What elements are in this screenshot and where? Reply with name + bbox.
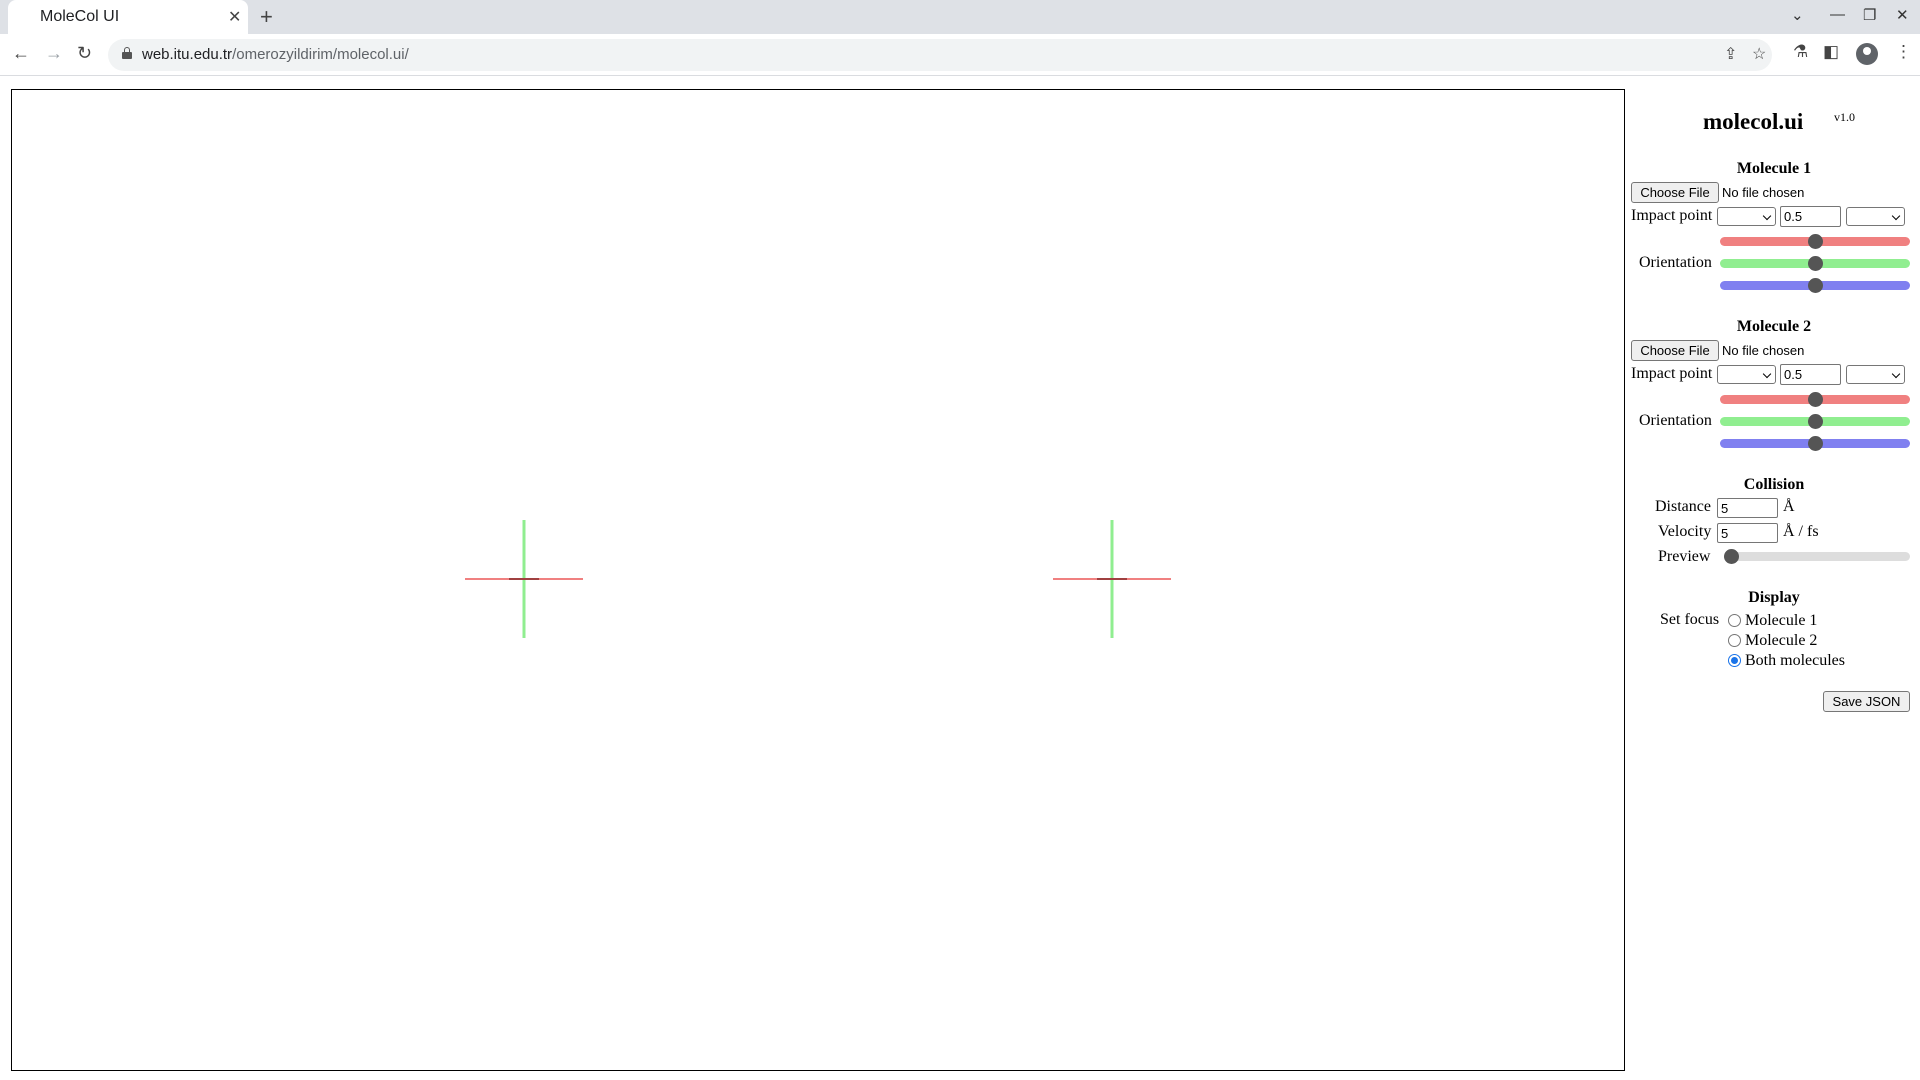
slider-thumb[interactable]	[1807, 234, 1823, 249]
molecule-2-impact-select-b[interactable]	[1846, 365, 1905, 384]
side-panel-icon[interactable]: ◧	[1823, 42, 1839, 62]
molecule-2-orientation-label: Orientation	[1639, 412, 1712, 429]
reload-icon[interactable]: ↻	[77, 43, 92, 64]
focus-molecule-1-radio[interactable]	[1728, 614, 1741, 627]
back-icon[interactable]: ←	[12, 43, 30, 64]
molecule-1-orientation-label: Orientation	[1639, 254, 1712, 271]
distance-input[interactable]: 5	[1717, 498, 1778, 518]
molecule-2-impact-select-a[interactable]	[1717, 365, 1776, 384]
display-heading: Display	[1748, 589, 1800, 606]
focus-molecule-1-label[interactable]: Molecule 1	[1745, 612, 1817, 630]
collision-heading: Collision	[1743, 476, 1805, 493]
focus-molecule-2-label[interactable]: Molecule 2	[1745, 632, 1817, 650]
focus-molecule-2-radio[interactable]	[1728, 634, 1741, 647]
tab-title: MoleCol UI	[40, 8, 120, 25]
close-tab-icon[interactable]: ✕	[228, 7, 241, 27]
molecule-1-file-status: No file chosen	[1722, 185, 1805, 200]
address-bar[interactable]: web.itu.edu.tr/omerozyildirim/molecol.ui…	[108, 39, 1772, 71]
restore-icon[interactable]: ❐	[1863, 6, 1876, 24]
molecule-1-orientation-y-slider[interactable]	[1720, 256, 1910, 271]
molecule-1-impact-select-b[interactable]	[1846, 207, 1905, 226]
slider-thumb[interactable]	[1807, 256, 1823, 271]
slider-thumb[interactable]	[1807, 392, 1823, 407]
forward-icon[interactable]: →	[45, 43, 63, 64]
velocity-label: Velocity	[1658, 523, 1712, 540]
molecule-1-axes	[465, 520, 583, 638]
molecule-2-axes	[1053, 520, 1171, 638]
molecule-2-orientation-z-slider[interactable]	[1720, 436, 1910, 451]
molecule-2-heading: Molecule 2	[1736, 318, 1812, 335]
molecule-1-orientation-x-slider[interactable]	[1720, 234, 1910, 249]
set-focus-label: Set focus	[1660, 611, 1720, 628]
focus-both-molecules-radio[interactable]	[1728, 654, 1741, 667]
browser-toolbar: ← → ↻ web.itu.edu.tr/omerozyildirim/mole…	[0, 34, 1920, 76]
lock-icon[interactable]	[122, 47, 132, 59]
molecule-1-heading: Molecule 1	[1736, 160, 1812, 177]
molecule-2-orientation-y-slider[interactable]	[1720, 414, 1910, 429]
molecule-1-impact-input[interactable]: 0.5	[1780, 206, 1841, 227]
url-host: web.itu.edu.tr	[142, 46, 233, 63]
minimize-icon[interactable]: —	[1830, 6, 1845, 23]
labs-icon[interactable]: ⚗	[1793, 42, 1808, 62]
close-window-icon[interactable]: ✕	[1896, 6, 1909, 24]
control-panel: molecol.ui v1.0 Molecule 1 Choose File N…	[1628, 80, 1920, 1080]
distance-unit: Å	[1783, 498, 1795, 515]
app-version: v1.0	[1834, 110, 1855, 124]
velocity-unit: Å / fs	[1783, 523, 1819, 540]
preview-label: Preview	[1658, 548, 1711, 565]
slider-thumb[interactable]	[1807, 436, 1823, 451]
molecule-viewer-canvas[interactable]	[11, 89, 1625, 1071]
browser-tab[interactable]: MoleCol UI ✕	[8, 0, 248, 34]
molecule-2-choose-file-button[interactable]: Choose File	[1631, 340, 1719, 361]
molecule-1-orientation-z-slider[interactable]	[1720, 278, 1910, 293]
viewer-svg	[465, 520, 1171, 638]
molecule-2-file-status: No file chosen	[1722, 343, 1805, 358]
focus-both-molecules-label[interactable]: Both molecules	[1745, 652, 1845, 670]
molecule-1-impact-select-a[interactable]	[1717, 207, 1776, 226]
share-icon[interactable]: ⇪	[1724, 44, 1737, 64]
tab-search-icon[interactable]: ⌄	[1791, 6, 1804, 24]
molecule-2-impact-input[interactable]: 0.5	[1780, 364, 1841, 385]
slider-thumb[interactable]	[1724, 549, 1739, 564]
new-tab-icon[interactable]: +	[260, 4, 273, 30]
save-json-button[interactable]: Save JSON	[1823, 691, 1910, 712]
tab-strip: MoleCol UI ✕ + ⌄ — ❐ ✕	[0, 0, 1920, 34]
menu-icon[interactable]: ⋮	[1895, 42, 1912, 62]
slider-thumb[interactable]	[1807, 278, 1823, 293]
preview-slider[interactable]	[1724, 549, 1910, 564]
molecule-1-choose-file-button[interactable]: Choose File	[1631, 182, 1719, 203]
app-title: molecol.ui	[1703, 109, 1804, 134]
distance-label: Distance	[1655, 498, 1711, 515]
profile-icon[interactable]	[1856, 43, 1878, 65]
molecule-2-orientation-x-slider[interactable]	[1720, 392, 1910, 407]
url-text[interactable]: web.itu.edu.tr/omerozyildirim/molecol.ui…	[142, 46, 409, 63]
slider-thumb[interactable]	[1807, 414, 1823, 429]
molecule-2-impact-label: Impact point	[1631, 365, 1713, 382]
star-icon[interactable]: ☆	[1752, 44, 1766, 64]
molecule-1-impact-label: Impact point	[1631, 207, 1713, 224]
url-path: /omerozyildirim/molecol.ui/	[232, 46, 409, 63]
velocity-input[interactable]: 5	[1717, 523, 1778, 543]
